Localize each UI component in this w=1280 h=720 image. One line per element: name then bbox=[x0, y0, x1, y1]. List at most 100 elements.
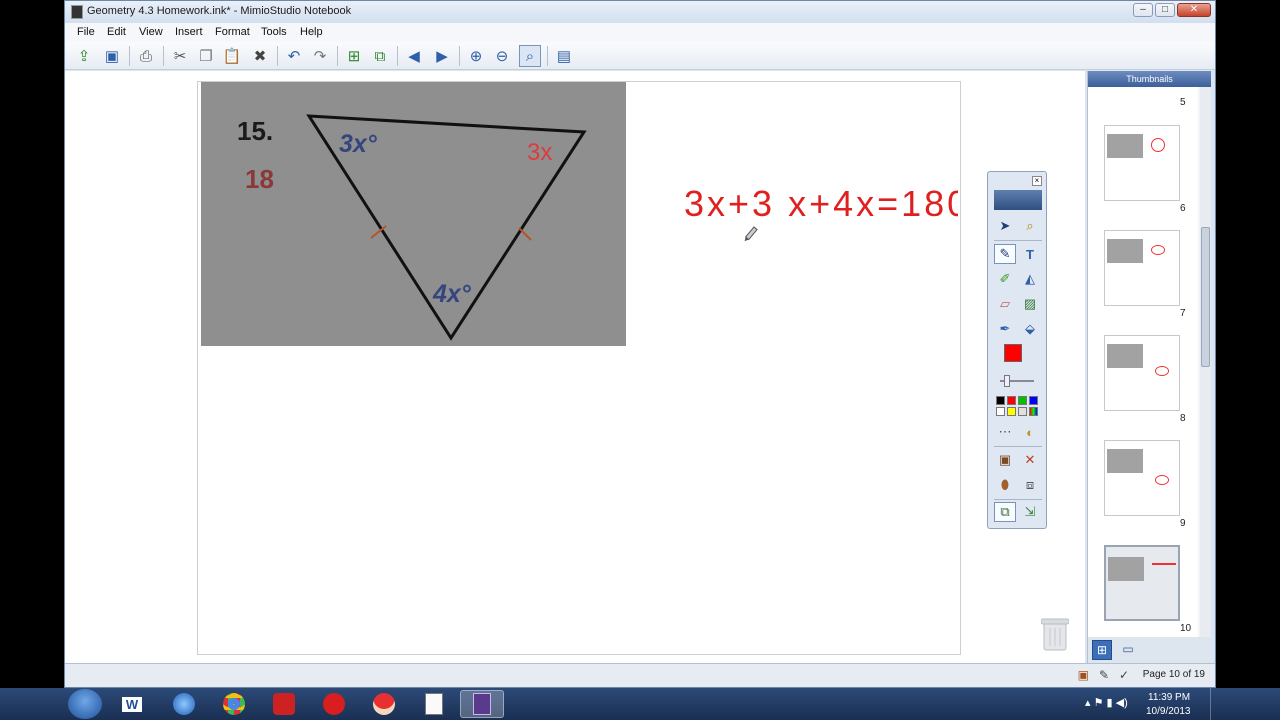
transparency-icon[interactable]: ◐ bbox=[1019, 422, 1041, 442]
notepad-icon[interactable] bbox=[412, 690, 456, 718]
notebook-page[interactable]: 15. 18 3x° 3x 4x° 3x+3 x+4x=180° bbox=[197, 81, 961, 655]
game-icon[interactable] bbox=[262, 690, 306, 718]
angry-birds-red-icon[interactable] bbox=[362, 690, 406, 718]
close-button[interactable]: ✕ bbox=[1177, 3, 1211, 17]
gallery-icon[interactable]: ⧉ bbox=[994, 502, 1016, 522]
swatch-none[interactable] bbox=[1018, 407, 1027, 416]
swatch-blue[interactable] bbox=[1029, 396, 1038, 405]
undo-icon[interactable]: ↶ bbox=[283, 45, 305, 67]
menu-bar: File Edit View Insert Format Tools Help bbox=[65, 23, 1215, 42]
thumbnail-page-9[interactable] bbox=[1104, 440, 1180, 516]
scrollbar-thumb[interactable] bbox=[1201, 227, 1210, 367]
previous-page-icon[interactable]: ◀ bbox=[403, 45, 425, 67]
duplicate-page-icon[interactable]: ⧉ bbox=[369, 45, 391, 67]
thumbnail-page-number: 9 bbox=[1180, 518, 1186, 529]
magnifier-icon[interactable]: ⌕ bbox=[1019, 216, 1041, 236]
swatch-more-colors[interactable] bbox=[1029, 407, 1038, 416]
canvas-workspace[interactable]: 15. 18 3x° 3x 4x° 3x+3 x+4x=180° × ➤ ⌕ ✎… bbox=[65, 71, 1085, 663]
zoom-out-icon[interactable]: ⊖ bbox=[491, 45, 513, 67]
clock-date: 10/9/2013 bbox=[1146, 706, 1191, 717]
capture-icon[interactable]: ⧈ bbox=[1019, 475, 1041, 495]
tools-icon[interactable]: ✕ bbox=[1019, 450, 1041, 470]
thumbnail-ink bbox=[1151, 245, 1165, 255]
thumbnail-image bbox=[1107, 344, 1143, 368]
copy-icon[interactable]: ❐ bbox=[195, 45, 217, 67]
swatch-black[interactable] bbox=[996, 396, 1005, 405]
pen-icon[interactable]: ✎ bbox=[994, 244, 1016, 264]
status-pen-icon[interactable]: ✎ bbox=[1099, 668, 1109, 682]
title-bar[interactable]: Geometry 4.3 Homework.ink* - MimioStudio… bbox=[65, 1, 1215, 23]
handwriting-layer[interactable]: 3x+3 x+4x=180° bbox=[628, 162, 958, 252]
chrome-icon[interactable] bbox=[212, 690, 256, 718]
menu-view[interactable]: View bbox=[139, 26, 163, 38]
screen: Geometry 4.3 Homework.ink* - MimioStudio… bbox=[0, 0, 1280, 720]
shapes-icon[interactable]: ◭ bbox=[1019, 269, 1041, 289]
open-icon[interactable]: ⇪ bbox=[73, 45, 95, 67]
menu-insert[interactable]: Insert bbox=[175, 26, 203, 38]
screen-icon[interactable]: ▤ bbox=[553, 45, 575, 67]
print-icon[interactable]: ⎙ bbox=[135, 45, 157, 67]
angle-label-bottom: 4x° bbox=[432, 280, 472, 308]
maximize-button[interactable]: □ bbox=[1155, 3, 1175, 17]
swatch-green[interactable] bbox=[1018, 396, 1027, 405]
import-icon[interactable]: ⇲ bbox=[1019, 502, 1041, 522]
eraser-icon[interactable]: ▱ bbox=[994, 294, 1016, 314]
palette-close-icon[interactable]: × bbox=[1032, 176, 1042, 186]
thumbnail-page-10-selected[interactable] bbox=[1104, 545, 1180, 621]
menu-file[interactable]: File bbox=[77, 26, 95, 38]
image-icon[interactable]: ▨ bbox=[1019, 294, 1041, 314]
thumbnail-page-number: 6 bbox=[1180, 203, 1186, 214]
add-page-icon[interactable]: ⊞ bbox=[343, 45, 365, 67]
menu-edit[interactable]: Edit bbox=[107, 26, 126, 38]
window-title: Geometry 4.3 Homework.ink* - MimioStudio… bbox=[87, 5, 352, 17]
clock-time: 11:39 PM bbox=[1148, 692, 1191, 703]
reveal-icon[interactable]: ▣ bbox=[994, 450, 1016, 470]
thumbnails-list[interactable]: 5 6 7 8 9 10 bbox=[1088, 87, 1198, 637]
next-page-icon[interactable]: ▶ bbox=[431, 45, 453, 67]
thumbnail-page-6[interactable] bbox=[1104, 125, 1180, 201]
problem-image[interactable]: 15. 18 3x° 3x 4x° bbox=[201, 82, 626, 346]
angry-birds-icon[interactable] bbox=[312, 690, 356, 718]
explorer-icon[interactable] bbox=[162, 690, 206, 718]
line-style-icon[interactable]: ⋯ bbox=[994, 422, 1016, 442]
menu-tools[interactable]: Tools bbox=[261, 26, 287, 38]
swatch-red[interactable] bbox=[1007, 396, 1016, 405]
thickness-slider-handle[interactable] bbox=[1004, 375, 1010, 387]
minimize-button[interactable]: – bbox=[1133, 3, 1153, 17]
word-icon[interactable]: W bbox=[110, 690, 154, 718]
thumbnail-page-7[interactable] bbox=[1104, 230, 1180, 306]
highlighter-icon[interactable]: ✐ bbox=[994, 269, 1016, 289]
thumbnail-page-8[interactable] bbox=[1104, 335, 1180, 411]
start-button[interactable] bbox=[68, 689, 102, 719]
thumbnail-ink bbox=[1155, 366, 1169, 376]
status-clip-icon[interactable]: ▣ bbox=[1078, 668, 1089, 682]
thumbnails-view-icon[interactable]: ⊞ bbox=[1092, 640, 1112, 660]
clip-icon[interactable]: ⬮ bbox=[994, 475, 1016, 495]
menu-format[interactable]: Format bbox=[215, 26, 250, 38]
thumbnails-scrollbar[interactable] bbox=[1200, 87, 1211, 637]
delete-icon[interactable]: ✖ bbox=[249, 45, 271, 67]
status-wrench-icon[interactable]: ✓ bbox=[1119, 668, 1129, 682]
zoom-in-icon[interactable]: ⊕ bbox=[465, 45, 487, 67]
save-icon[interactable]: ▣ bbox=[101, 45, 123, 67]
eyedropper-icon[interactable]: ✒ bbox=[994, 319, 1016, 339]
trash-icon[interactable] bbox=[1041, 617, 1069, 651]
taskbar: W ▴ ⚑ ▮ ◀) 11:39 PM 10/9/2013 bbox=[0, 688, 1280, 720]
system-tray[interactable]: ▴ ⚑ ▮ ◀) bbox=[1085, 696, 1128, 709]
redo-icon[interactable]: ↷ bbox=[309, 45, 331, 67]
paste-icon[interactable]: 📋 bbox=[221, 45, 243, 67]
fill-icon[interactable]: ⬙ bbox=[1019, 319, 1041, 339]
show-desktop-button[interactable] bbox=[1210, 688, 1222, 720]
swatch-yellow[interactable] bbox=[1007, 407, 1016, 416]
current-color-swatch[interactable] bbox=[1004, 344, 1022, 362]
folder-view-icon[interactable]: ▭ bbox=[1118, 640, 1138, 660]
cut-icon[interactable]: ✂ bbox=[169, 45, 191, 67]
swatch-white[interactable] bbox=[996, 407, 1005, 416]
page-indicator: Page 10 of 19 bbox=[1142, 669, 1205, 680]
zoom-fit-icon[interactable]: ⌕ bbox=[519, 45, 541, 67]
menu-help[interactable]: Help bbox=[300, 26, 323, 38]
select-icon[interactable]: ➤ bbox=[994, 216, 1016, 236]
mimio-icon[interactable] bbox=[460, 690, 504, 718]
tool-palette[interactable]: × ➤ ⌕ ✎ T ✐ ◭ ▱ ▨ ✒ ⬙ ⋯ ◐ ▣ ✕ ⬮ ⧈ ⧉ ⇲ bbox=[987, 171, 1047, 529]
text-icon[interactable]: T bbox=[1019, 244, 1041, 264]
